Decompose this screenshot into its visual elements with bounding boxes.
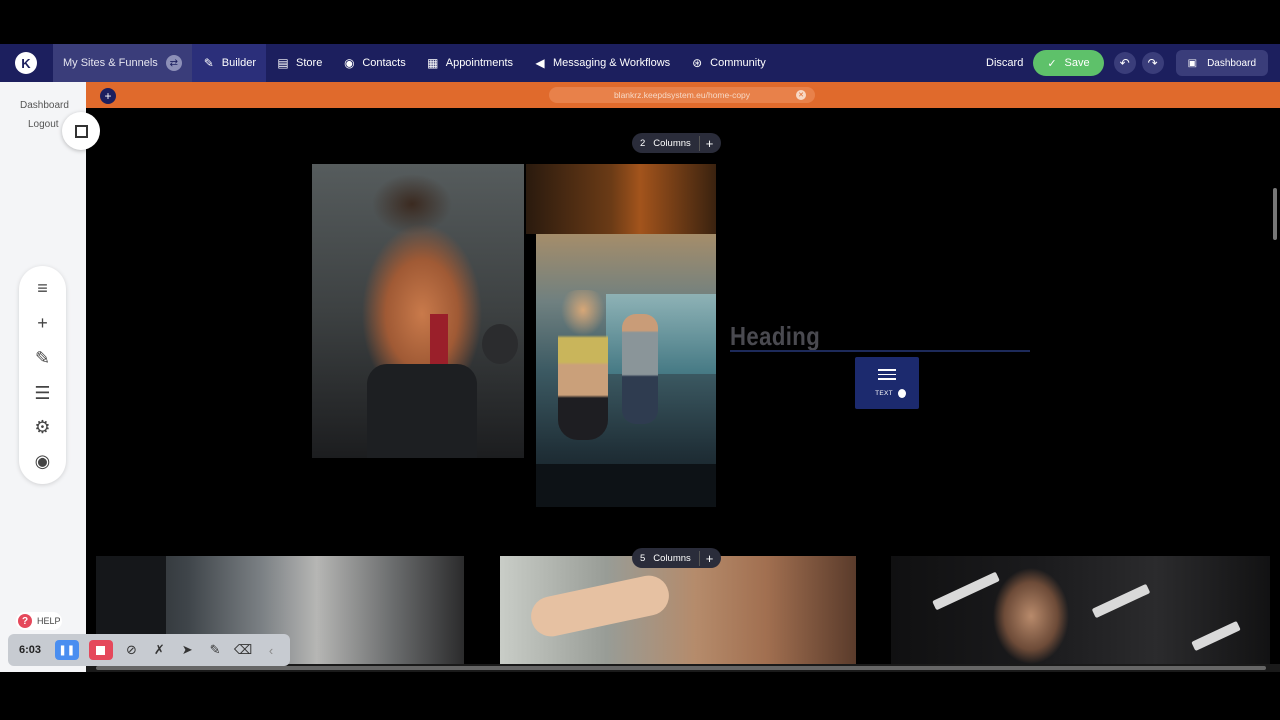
square-icon (74, 124, 88, 138)
calendar-icon: ▦ (427, 56, 439, 70)
mic-off-icon[interactable]: ✗ (150, 640, 168, 660)
image-treadmill-runners[interactable] (536, 234, 716, 507)
brush-tool-icon[interactable]: ✎ (19, 346, 66, 370)
swap-icon: ⇄ (165, 55, 182, 71)
camera-off-icon[interactable]: ⊘ (123, 640, 141, 660)
sites-funnels-switcher[interactable]: My Sites & Funnels ⇄ (53, 44, 192, 82)
pause-icon: ❚❚ (58, 644, 76, 656)
save-label: Save (1064, 57, 1090, 69)
image-detail (1091, 583, 1151, 619)
pause-button[interactable]: ❚❚ (54, 640, 79, 660)
preview-eye-icon[interactable]: ◉ (19, 449, 66, 473)
pen-icon[interactable]: ✎ (206, 640, 224, 660)
toggle-panel-button[interactable] (62, 112, 100, 150)
image-gym-workout[interactable] (500, 556, 856, 664)
app-window: K My Sites & Funnels ⇄ ✎ Builder ▤ Store… (0, 0, 1280, 720)
add-column-icon[interactable]: + (698, 135, 713, 151)
nav-contacts-label: Contacts (362, 57, 406, 69)
sidebar-logout-link[interactable]: Logout (28, 119, 59, 130)
row-columns-count: 5 (640, 552, 646, 564)
help-button[interactable]: ? HELP (16, 612, 62, 630)
image-detail (558, 290, 608, 440)
image-detail (622, 314, 658, 424)
row-columns-label: Columns (653, 137, 691, 149)
nav-appointments[interactable]: ▦ Appointments (416, 44, 523, 82)
save-button[interactable]: ✓ Save (1033, 50, 1104, 76)
row-columns-badge-2[interactable]: 5 Columns + (632, 548, 722, 568)
image-detail (932, 571, 1000, 611)
nav-appointments-label: Appointments (445, 57, 513, 69)
stop-button[interactable] (88, 640, 113, 660)
brush-icon: ✎ (203, 56, 214, 70)
contacts-icon: ◉ (344, 56, 355, 70)
builder-toolbar: ≡ + ✎ ☰ ⚙ ◉ (19, 266, 66, 484)
image-man-lifting[interactable] (891, 556, 1270, 664)
pointer-icon[interactable]: ➤ (178, 640, 196, 660)
recording-time: 6:03 (19, 644, 42, 656)
image-background-fire[interactable] (526, 164, 716, 234)
image-detail (1191, 620, 1241, 652)
nav-messaging-label: Messaging & Workflows (553, 57, 671, 69)
sites-funnels-label: My Sites & Funnels (63, 57, 158, 69)
url-pill[interactable]: blankrz.keepdsystem.eu/home-copy ✕ (549, 87, 815, 103)
row-columns-label: Columns (653, 552, 691, 564)
close-icon[interactable]: ✕ (796, 90, 806, 100)
nav-community-label: Community (710, 57, 766, 69)
image-detail (367, 364, 477, 458)
nav-actions: Discard ✓ Save ↶ ↷ ▣ Dashboard (986, 44, 1280, 82)
hand-cursor-icon (898, 389, 906, 398)
url-bar: + blankrz.keepdsystem.eu/home-copy ✕ (86, 82, 1280, 108)
row-columns-badge[interactable]: 2 Columns + (632, 133, 722, 153)
scrollbar-thumb[interactable] (1273, 188, 1277, 240)
redo-icon: ↷ (1147, 56, 1158, 70)
image-detail (536, 464, 716, 507)
vertical-scrollbar[interactable] (1270, 108, 1280, 664)
text-lines-icon (878, 369, 896, 383)
redo-button[interactable]: ↷ (1141, 52, 1164, 74)
add-icon[interactable]: + (19, 311, 66, 335)
url-text: blankrz.keepdsystem.eu/home-copy (613, 90, 751, 100)
menu-icon[interactable]: ≡ (19, 276, 66, 300)
screen-recorder-bar: 6:03 ❚❚ ⊘ ✗ ➤ ✎ ⌫ ‹ (8, 634, 290, 666)
add-column-icon[interactable]: + (698, 550, 713, 566)
dashboard-button[interactable]: ▣ Dashboard (1175, 50, 1268, 76)
image-bodybuilder[interactable] (312, 164, 524, 458)
discard-button[interactable]: Discard (986, 57, 1023, 69)
dashboard-label: Dashboard (1207, 57, 1256, 69)
image-detail (482, 324, 518, 364)
scrollbar-thumb[interactable] (96, 666, 1266, 670)
nav-builder[interactable]: ✎ Builder (191, 44, 267, 82)
eraser-icon[interactable]: ⌫ (234, 640, 252, 660)
settings-gear-icon[interactable]: ⚙ (19, 415, 66, 439)
dashboard-icon: ▣ (1187, 57, 1198, 69)
community-icon: ⊛ (692, 56, 703, 70)
nav-community[interactable]: ⊛ Community (680, 44, 776, 82)
megaphone-icon: ◀ (535, 56, 545, 70)
collapse-icon[interactable]: ‹ (262, 640, 280, 660)
nav-store[interactable]: ▤ Store (266, 44, 332, 82)
top-nav: K My Sites & Funnels ⇄ ✎ Builder ▤ Store… (0, 44, 1280, 82)
filter-icon[interactable]: ☰ (19, 381, 66, 405)
nav-builder-label: Builder (221, 57, 257, 69)
stop-icon (96, 645, 106, 655)
drop-indicator-line (730, 350, 1030, 352)
image-detail (991, 566, 1071, 664)
builder-canvas[interactable]: 2 Columns + Heading TEXT 5 Columns + (86, 108, 1270, 664)
app-logo[interactable]: K (15, 52, 37, 74)
undo-icon: ↶ (1119, 56, 1130, 70)
sidebar-dashboard-link[interactable]: Dashboard (20, 100, 69, 111)
heading-element[interactable]: Heading (730, 321, 820, 352)
undo-button[interactable]: ↶ (1113, 52, 1136, 74)
nav-messaging-workflows[interactable]: ◀ Messaging & Workflows (523, 44, 680, 82)
nav-store-label: Store (296, 57, 323, 69)
nav-contacts[interactable]: ◉ Contacts (332, 44, 415, 82)
help-label: HELP (37, 616, 61, 626)
dragged-text-element[interactable]: TEXT (855, 357, 919, 409)
row-columns-count: 2 (640, 137, 646, 149)
image-detail (527, 571, 673, 641)
add-section-icon[interactable]: + (100, 88, 116, 104)
store-icon: ▤ (277, 56, 289, 70)
help-icon: ? (18, 614, 32, 628)
check-icon: ✓ (1047, 57, 1057, 70)
